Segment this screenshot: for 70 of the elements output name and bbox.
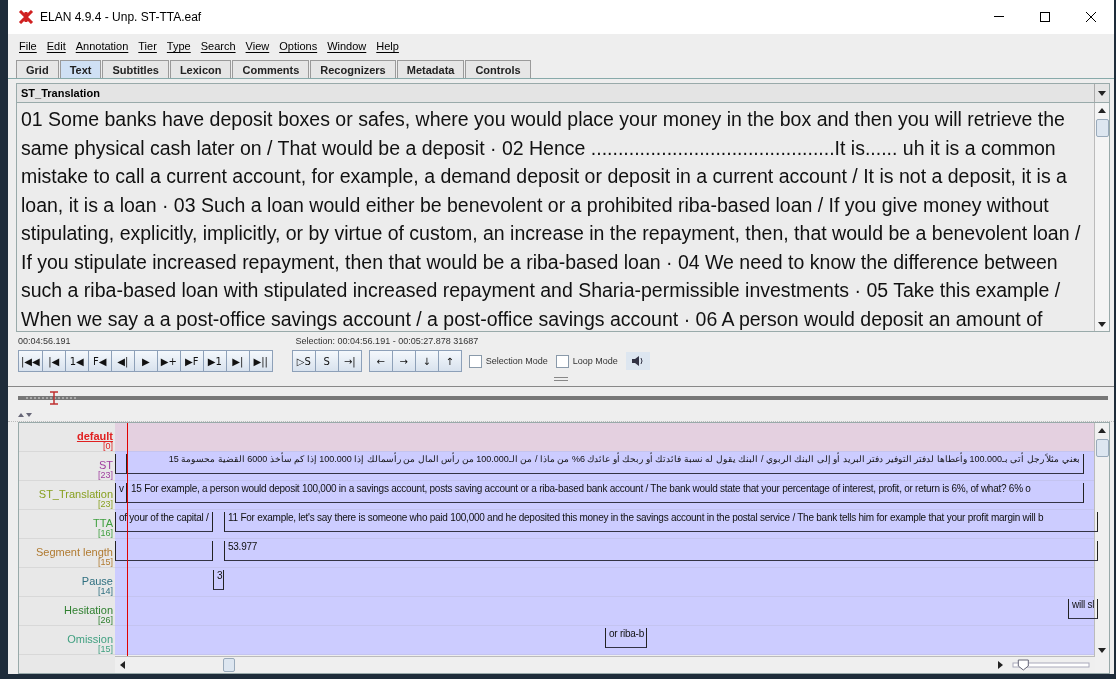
transcript-text: 01 Some banks have deposit boxes or safes, where you would place your money in the box and then you will retrieve the same physical cash later on / That would be a deposit · 02 Hence .............................................It is...... uh it is a common mistake to call a current account, for example, a demand deposit or deposit in a current account / It is not a deposit, it is a loan, it is a loan · 03 Such a loan would either be benevolent or a prohibited riba-based loan / If you give money without stipulating, explicitly, implicitly, or by virtue of custom, an increase in the repayment, then, that would be a benevolent loan / If you stipulate increased repayment, then that would be a riba-based loan · 04 We need to know the difference between such a riba-based loan with stipulated increased repayment and Sharia-permissible investments · 05 Take this example / When we say a a post-office savings account / a post-office savings account · 06 A person would deposit an amount of	[20, 107, 1082, 331]
annotation-count: [23]	[98, 500, 113, 509]
tab[interactable]: Metadata	[396, 60, 465, 78]
player-button[interactable]: |◀◀	[18, 350, 43, 372]
current-time: 00:04:56.191	[18, 336, 71, 346]
menu-item[interactable]: View	[240, 38, 275, 54]
player-button[interactable]: ↓	[414, 350, 439, 372]
player-button[interactable]: F◀	[87, 350, 112, 372]
tier-name[interactable]: ST	[98, 460, 113, 471]
tab[interactable]: Comments	[232, 60, 310, 78]
menu-item[interactable]: Tier	[133, 38, 162, 54]
tier-dropdown[interactable]: ST_Translation	[16, 83, 1110, 103]
annotation-text: 11 For example, let's say there is someone who paid 100,000 and he deposited this money in the savings account in the postal service / The bank tells him for example that your profit margin will b	[228, 512, 1044, 523]
player-button[interactable]: ▶F	[179, 350, 204, 372]
tier-name[interactable]: Pause	[81, 576, 113, 587]
checkbox-label: Selection Mode	[485, 356, 548, 366]
tab[interactable]: Recognizers	[310, 60, 396, 78]
menu-item[interactable]: Help	[371, 38, 404, 54]
annotation-text: 3	[217, 570, 223, 581]
tab[interactable]: Grid	[16, 60, 59, 78]
checkbox-label: Loop Mode	[572, 356, 618, 366]
tier-track[interactable]: or riba-b	[115, 626, 1094, 655]
annotation-count: [14]	[98, 587, 113, 596]
tier-name[interactable]: Hesitation	[64, 605, 113, 616]
tier-name[interactable]: default	[76, 431, 113, 442]
player-button[interactable]: ▶1	[202, 350, 227, 372]
annotation[interactable]: or riba-b	[605, 628, 647, 648]
player-button[interactable]: |◀	[41, 350, 66, 372]
tab[interactable]: Subtitles	[102, 60, 169, 78]
tier-track[interactable]: 3	[115, 568, 1094, 597]
player-button[interactable]: ◀|	[110, 350, 135, 372]
player-button[interactable]: ←	[368, 350, 393, 372]
player-button[interactable]: ▶||	[248, 350, 273, 372]
player-button[interactable]: →|	[337, 350, 362, 372]
window-title: ELAN 4.9.4 - Unp. ST-TTA.eaf	[40, 10, 203, 24]
tab[interactable]: Text	[59, 60, 102, 78]
annotation-text: 15 For example, a person would deposit 100,000 in a savings account, posts saving account or a riba-based bank account / The bank would state that your percentage of interest, profit, or return is 6%, of what? 6% o	[131, 483, 1031, 494]
menu-item[interactable]: Type	[161, 38, 196, 54]
annotation-count: [26]	[98, 616, 113, 625]
player-button[interactable]: ▶|	[225, 350, 250, 372]
menu-item[interactable]: Window	[322, 38, 372, 54]
annotation-text: v	[119, 483, 124, 494]
menu-item[interactable]: File	[14, 38, 42, 54]
annotation-text: of your of the capital /	[119, 512, 209, 523]
menu-item[interactable]: Edit	[41, 38, 71, 54]
tab[interactable]: Controls	[465, 60, 531, 78]
annotation[interactable]: 3	[213, 570, 224, 590]
annotation-text: will sl	[1072, 599, 1095, 610]
annotation-count: [23]	[98, 471, 113, 480]
menu-item[interactable]: Search	[195, 38, 241, 54]
menu-item[interactable]: Options	[274, 38, 323, 54]
player-button[interactable]: ↑	[437, 350, 462, 372]
menu-item[interactable]: Annotation	[70, 38, 134, 54]
annotation-count: [15]	[98, 645, 113, 654]
annotation-count: [16]	[98, 529, 113, 538]
player-button[interactable]: ▶	[133, 350, 158, 372]
player-button[interactable]: ▷S	[291, 350, 316, 372]
annotation-count: [0]	[103, 442, 113, 451]
player-button[interactable]: ▶+	[156, 350, 181, 372]
annotation-count: [15]	[98, 558, 113, 567]
selection-time: Selection: 00:04:56.191 - 00:05:27.878 31687	[295, 336, 479, 346]
annotation[interactable]: 11 For example, let's say there is someone who paid 100,000 and he deposited this money in the savings account in the postal service / The bank tells him for example that your profit margin will b	[224, 512, 1098, 532]
tab[interactable]: Lexicon	[169, 60, 232, 78]
player-button[interactable]: S	[314, 350, 339, 372]
annotation-text: or riba-b	[609, 628, 644, 639]
annotation[interactable]: 53.977	[224, 541, 1098, 561]
annotation-text: 53.977	[228, 541, 258, 552]
player-button[interactable]: 1◀	[64, 350, 89, 372]
player-button[interactable]: →	[391, 350, 416, 372]
annotation-text: بعني مثلاً رجل أتى بـ100.000 وأعطاها لدفتر التوفير دفتر البريد أو إلى البنك الربوي / البنك يقول له نسبة فائدتك أو ربحك أو عائدك 6% من ماذا / من الـ100.000 من رأس المال من رأسمالك إذا 100.000 إذا كم سأخذ 6000 القضية محسومة 15	[168, 454, 1080, 464]
